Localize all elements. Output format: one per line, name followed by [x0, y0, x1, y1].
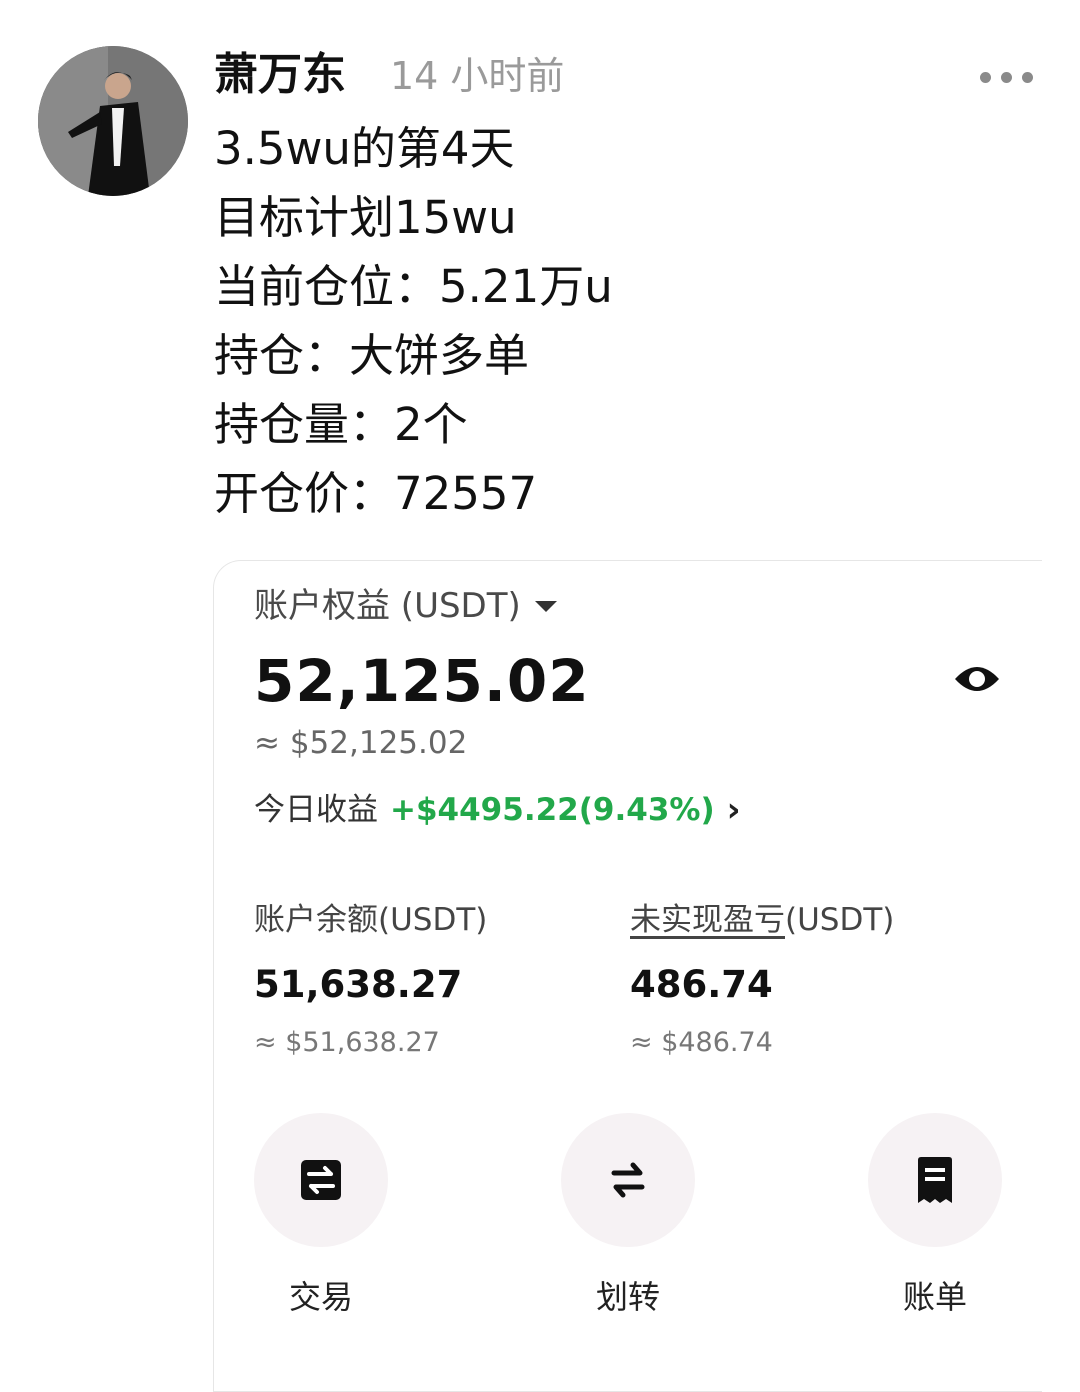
post-line: 持仓量：2个: [214, 398, 468, 451]
unrealized-label[interactable]: 未实现盈亏: [630, 902, 785, 938]
post-line: 开仓价：72557: [214, 467, 538, 520]
transfer-button[interactable]: [561, 1113, 695, 1247]
post-time: 14 小时前: [390, 54, 565, 98]
unrealized-unit: (USDT): [785, 902, 895, 938]
unrealized-approx: ≈ $486.74: [630, 1027, 773, 1058]
dot: [980, 71, 991, 83]
balance-label: 账户余额(USDT): [254, 902, 488, 938]
bill-action[interactable]: 账单: [845, 1113, 1025, 1319]
bill-icon: [918, 1157, 952, 1203]
post-line: 持仓：大饼多单: [214, 329, 530, 382]
today-pnl-value: +$4495.22(9.43%): [390, 792, 715, 828]
transfer-icon: [611, 1162, 645, 1198]
balance-value: 51,638.27: [254, 963, 463, 1006]
chevron-right-icon: ›: [726, 790, 741, 830]
balance-approx: ≈ $51,638.27: [254, 1027, 440, 1058]
bill-button[interactable]: [868, 1113, 1002, 1247]
dot: [1001, 71, 1012, 83]
trade-action[interactable]: 交易: [231, 1113, 411, 1319]
unrealized-value: 486.74: [630, 963, 773, 1006]
post-line: 当前仓位：5.21万u: [214, 260, 613, 313]
post-line: 目标计划15wu: [214, 191, 517, 244]
balance-block: 账户余额(USDT) 51,638.27 ≈ $51,638.27: [254, 897, 594, 1063]
transfer-action[interactable]: 划转: [538, 1113, 718, 1319]
author-name[interactable]: 萧万东: [214, 44, 346, 106]
eye-icon[interactable]: [952, 659, 1002, 699]
avatar-photo: [38, 46, 188, 196]
today-pnl-row[interactable]: 今日收益 +$4495.22(9.43%) ›: [254, 787, 741, 833]
account-card: 账户权益 (USDT) 52,125.02 ≈ $52,125.02 今日收益 …: [213, 560, 1042, 1392]
unrealized-block: 未实现盈亏(USDT) 486.74 ≈ $486.74: [630, 897, 970, 1063]
trade-button[interactable]: [254, 1113, 388, 1247]
more-dots-icon[interactable]: [980, 62, 1040, 92]
equity-selector[interactable]: 账户权益 (USDT): [254, 581, 557, 631]
author-avatar[interactable]: [38, 46, 188, 196]
transfer-label: 划转: [595, 1278, 660, 1316]
equity-label: 账户权益 (USDT): [254, 586, 521, 626]
dot: [1022, 71, 1033, 83]
equity-approx: ≈ $52,125.02: [254, 725, 468, 761]
post-body: 3.5wu的第4天 目标计划15wu 当前仓位：5.21万u 持仓：大饼多单 持…: [214, 114, 1034, 528]
today-pnl-label: 今日收益: [254, 792, 378, 828]
caret-down-icon: [534, 600, 557, 612]
equity-value: 52,125.02: [254, 647, 590, 715]
unrealized-label-row: 未实现盈亏(USDT): [630, 897, 970, 943]
trade-label: 交易: [288, 1278, 353, 1316]
bill-label: 账单: [902, 1278, 967, 1316]
post-line: 3.5wu的第4天: [214, 122, 515, 175]
trade-icon: [301, 1160, 341, 1200]
